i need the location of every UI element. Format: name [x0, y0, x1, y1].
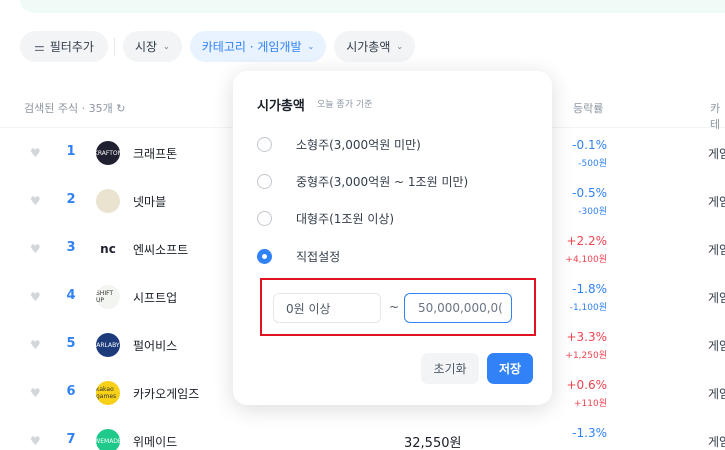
heart-icon[interactable]: ♥	[30, 339, 42, 351]
heart-icon[interactable]: ♥	[30, 147, 42, 159]
option-small-cap[interactable]: 소형주(3,000억원 미만)	[257, 134, 421, 154]
stock-category: 게임	[708, 291, 725, 305]
result-count: 검색된 주식 · 35개 ↻	[24, 102, 126, 115]
stock-logo: SHIFT UP	[96, 285, 120, 309]
category-filter-label: 카테고리 · 게임개발	[201, 40, 302, 54]
chevron-down-icon: ⌄	[396, 42, 404, 51]
stock-logo: kakao games	[96, 381, 120, 405]
radio-custom[interactable]	[257, 248, 272, 264]
stock-rank: 6	[66, 384, 76, 399]
stock-change-amount: -500원	[578, 159, 607, 169]
stock-logo	[96, 189, 120, 213]
popup-title: 시가총액	[257, 99, 305, 114]
stock-change-rate: +2.2%	[566, 234, 607, 248]
stock-name: 카카오게임즈	[133, 387, 200, 401]
min-value-input[interactable]: 0원 이상	[273, 293, 381, 323]
heart-icon[interactable]: ♥	[30, 387, 42, 399]
stock-rank: 7	[66, 432, 76, 447]
stock-category: 게임	[708, 435, 725, 449]
heart-icon[interactable]: ♥	[30, 435, 42, 447]
stock-logo: PEARLABYSS	[96, 333, 120, 357]
stock-category: 게임	[708, 243, 725, 257]
option-large-cap[interactable]: 대형주(1조원 이상)	[257, 208, 394, 228]
option-label: 대형주(1조원 이상)	[296, 211, 395, 226]
radio-mid-cap[interactable]	[257, 173, 272, 189]
add-filter-button[interactable]: ⚌ 필터추가	[20, 31, 108, 62]
chevron-down-icon: ⌄	[163, 42, 170, 51]
stock-category: 게임	[708, 387, 725, 401]
max-value-input[interactable]: 50,000,000,0(	[404, 293, 512, 323]
filter-bar: ⚌ 필터추가 시장 ⌄ 카테고리 · 게임개발 ⌄ 시가총액 ⌄	[20, 31, 423, 62]
stock-rank: 5	[66, 336, 76, 351]
stock-name: 시프트업	[133, 291, 178, 305]
stock-logo: WEMADE	[96, 429, 120, 450]
stock-change-rate: -0.5%	[572, 186, 607, 200]
stock-category: 게임	[708, 195, 725, 209]
top-banner	[20, 0, 725, 13]
market-filter-chip[interactable]: 시장 ⌄	[122, 31, 182, 62]
option-custom[interactable]: 직접설정	[257, 246, 340, 266]
stock-rank: 2	[66, 192, 76, 207]
option-label: 소형주(3,000억원 미만)	[296, 137, 421, 152]
reset-button[interactable]: 초기화	[421, 353, 479, 384]
save-button[interactable]: 저장	[487, 353, 533, 384]
category-filter-chip[interactable]: 카테고리 · 게임개발 ⌄	[189, 31, 327, 62]
market-filter-label: 시장	[134, 40, 158, 54]
stock-change-rate: -1.8%	[572, 282, 607, 296]
stock-logo: nc	[96, 237, 120, 261]
stock-change-rate: +0.6%	[566, 378, 607, 392]
stock-change-amount: +1,250원	[565, 351, 607, 361]
stock-logo: KRAFTON	[96, 141, 120, 165]
stock-change-rate: -0.1%	[572, 138, 607, 152]
option-label: 중형주(3,000억원 ~ 1조원 미만)	[296, 174, 469, 189]
stock-name: 펄어비스	[133, 339, 178, 353]
stock-category: 게임	[708, 339, 725, 353]
popup-subtitle: 오늘 종가 기준	[317, 100, 373, 110]
marketcap-popup: 시가총액 오늘 종가 기준 소형주(3,000억원 미만) 중형주(3,000억…	[233, 71, 552, 405]
add-filter-label: 필터추가	[49, 40, 94, 54]
chevron-down-icon: ⌄	[307, 42, 315, 51]
col-header-category[interactable]: 카테	[710, 100, 725, 132]
heart-icon[interactable]: ♥	[30, 243, 42, 255]
stock-name: 넷마블	[133, 195, 167, 209]
stock-rank: 1	[66, 144, 76, 159]
radio-small-cap[interactable]	[257, 136, 272, 152]
stock-change-amount: -1,100원	[569, 303, 607, 313]
option-label: 직접설정	[296, 249, 341, 264]
marketcap-filter-chip[interactable]: 시가총액 ⌄	[334, 31, 416, 62]
sliders-icon: ⚌	[34, 39, 45, 54]
stock-row[interactable]: ♥ 7 WEMADE 위메이드 32,550원 -1.3% 게임	[0, 418, 725, 450]
stock-price: 32,550원	[404, 436, 462, 450]
stock-name: 위메이드	[133, 435, 178, 449]
range-separator: ~	[389, 300, 400, 314]
stock-change-rate: +3.3%	[566, 330, 607, 344]
stock-category: 게임	[708, 147, 725, 161]
refresh-icon[interactable]: ↻	[116, 102, 125, 115]
filter-divider	[113, 37, 115, 56]
stock-name: 크래프톤	[133, 147, 178, 161]
stock-change-rate: -1.3%	[572, 426, 607, 440]
stock-name: 엔씨소프트	[133, 243, 189, 257]
stock-change-amount: +4,100원	[565, 255, 607, 265]
heart-icon[interactable]: ♥	[30, 291, 42, 303]
col-header-change[interactable]: 등락률	[573, 100, 603, 116]
heart-icon[interactable]: ♥	[30, 195, 42, 207]
stock-change-amount: -300원	[578, 207, 607, 217]
option-mid-cap[interactable]: 중형주(3,000억원 ~ 1조원 미만)	[257, 171, 468, 191]
stock-rank: 3	[66, 240, 76, 255]
stock-rank: 4	[66, 288, 76, 303]
marketcap-filter-label: 시가총액	[346, 40, 391, 54]
stock-change-amount: +110원	[574, 399, 607, 409]
radio-large-cap[interactable]	[257, 210, 272, 226]
